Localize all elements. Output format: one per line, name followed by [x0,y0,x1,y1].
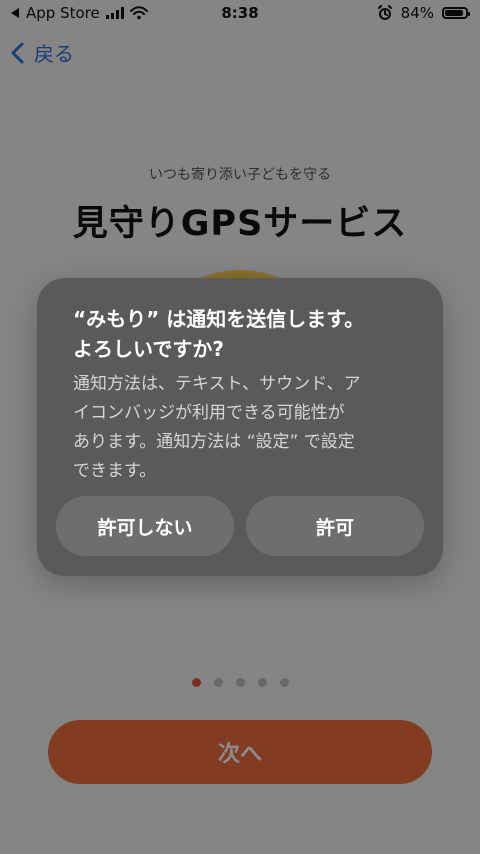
alert-message-line: あります。通知方法は “設定” で設定 [73,432,355,452]
alert-title: “みもり” は通知を送信します。 よろしいですか? [73,304,413,364]
alert-message-line: できます。 [73,461,157,481]
alert-title-line: よろしいですか? [73,337,225,361]
alert-message: 通知方法は、テキスト、サウンド、ア イコンバッジが利用できる可能性が あります。… [73,370,413,486]
dont-allow-label: 許可しない [97,516,193,539]
notification-permission-alert: “みもり” は通知を送信します。 よろしいですか? 通知方法は、テキスト、サウン… [37,278,443,576]
alert-message-line: 通知方法は、テキスト、サウンド、ア [73,374,361,394]
allow-label: 許可 [315,516,354,539]
alert-title-line: “みもり” は通知を送信します。 [73,307,365,331]
allow-button[interactable]: 許可 [246,496,424,556]
alert-message-line: イコンバッジが利用できる可能性が [73,403,345,423]
dont-allow-button[interactable]: 許可しない [56,496,234,556]
